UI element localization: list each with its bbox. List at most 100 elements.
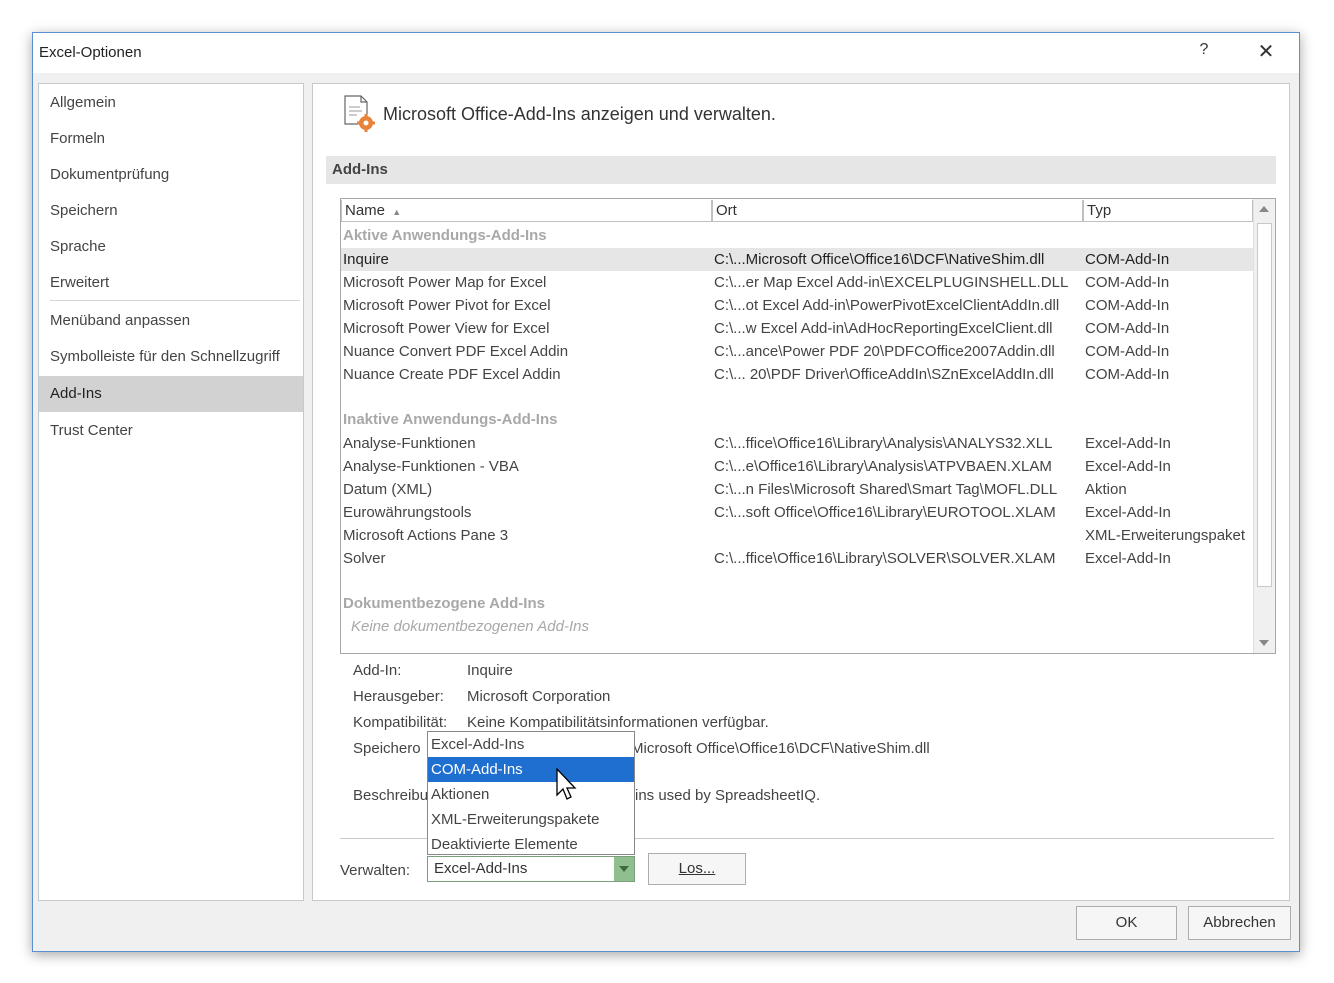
table-row[interactable]: Nuance Create PDF Excel Addin C:\... 20\… — [341, 363, 1253, 386]
nav-item-formeln[interactable]: Formeln — [39, 121, 303, 157]
cell-name: Eurowährungstools — [343, 504, 472, 521]
cell-name: Datum (XML) — [343, 481, 433, 498]
cell-name: Microsoft Power Map for Excel — [343, 274, 547, 291]
cell-name: Analyse-Funktionen - VBA — [343, 458, 519, 475]
detail-value-addin: Inquire — [467, 662, 513, 679]
cancel-button[interactable]: Abbrechen — [1188, 906, 1291, 940]
group-header-document: Dokumentbezogene Add-Ins — [343, 595, 545, 612]
cell-location: C:\...ffice\Office16\Library\Analysis\AN… — [714, 435, 1053, 452]
section-title: Add-Ins — [332, 161, 388, 178]
cell-type: XML-Erweiterungspaket — [1085, 527, 1246, 544]
cell-type: Excel-Add-In — [1085, 458, 1171, 475]
cell-name: Microsoft Power Pivot for Excel — [343, 297, 551, 314]
nav-divider — [50, 300, 300, 301]
scroll-up-icon[interactable] — [1259, 206, 1269, 212]
cell-location: C:\...ot Excel Add-in\PowerPivotExcelCli… — [714, 297, 1060, 314]
excel-options-dialog: Excel-Optionen ? ✕ Allgemein Formeln Dok… — [32, 32, 1300, 952]
cell-name: Microsoft Power View for Excel — [343, 320, 550, 337]
scroll-down-icon[interactable] — [1259, 640, 1269, 646]
window-title: Excel-Optionen — [39, 44, 142, 61]
dropdown-option-disabled-items[interactable]: Deaktivierte Elemente — [428, 832, 634, 857]
detail-label-publisher: Herausgeber: — [353, 688, 444, 705]
group-header-inactive: Inaktive Anwendungs-Add-Ins — [343, 411, 558, 428]
mouse-pointer-icon — [556, 768, 577, 800]
manage-select-value: Excel-Add-Ins — [434, 860, 528, 877]
panel-header: Microsoft Office-Add-Ins anzeigen und ve… — [383, 104, 776, 124]
nav-item-trust-center[interactable]: Trust Center — [39, 413, 303, 449]
table-row[interactable]: Inquire C:\...Microsoft Office\Office16\… — [341, 248, 1253, 271]
table-row[interactable]: Nuance Convert PDF Excel Addin C:\...anc… — [341, 340, 1253, 363]
nav-item-allgemein[interactable]: Allgemein — [39, 85, 303, 121]
cell-name: Nuance Create PDF Excel Addin — [343, 366, 561, 383]
cell-location: C:\...ance\Power PDF 20\PDFCOffice2007Ad… — [714, 343, 1055, 360]
cell-location: C:\...w Excel Add-in\AdHocReportingExcel… — [714, 320, 1053, 337]
column-header-ort[interactable]: Ort — [712, 200, 1083, 222]
addins-list[interactable]: Name ▲ Ort Typ Aktive Anwendungs-Add-Ins… — [340, 198, 1276, 654]
dropdown-option-xml-packages[interactable]: XML-Erweiterungspakete — [428, 807, 634, 832]
cell-location: C:\...er Map Excel Add-in\EXCELPLUGINSHE… — [714, 274, 1069, 291]
nav-item-speichern[interactable]: Speichern — [39, 193, 303, 229]
cell-type: Excel-Add-In — [1085, 435, 1171, 452]
title-bar: Excel-Optionen ? ✕ — [33, 33, 1299, 73]
ok-button[interactable]: OK — [1076, 906, 1177, 940]
detail-label-compat: Kompatibilität: — [353, 714, 448, 731]
close-button[interactable]: ✕ — [1253, 39, 1279, 65]
table-row[interactable]: Analyse-Funktionen C:\...ffice\Office16\… — [341, 432, 1253, 455]
table-row[interactable]: Solver C:\...ffice\Office16\Library\SOLV… — [341, 547, 1253, 570]
cell-location: C:\...n Files\Microsoft Shared\Smart Tag… — [714, 481, 1058, 498]
manage-select[interactable]: Excel-Add-Ins — [427, 856, 635, 882]
dropdown-option-excel-addins[interactable]: Excel-Add-Ins — [428, 732, 634, 757]
cell-type: COM-Add-In — [1085, 343, 1170, 360]
nav-item-schnellzugriff[interactable]: Symbolleiste für den Schnellzugriff — [39, 339, 303, 375]
addins-gear-icon — [344, 95, 375, 132]
cell-location: C:\...e\Office16\Library\Analysis\ATPVBA… — [714, 458, 1052, 475]
chevron-down-icon[interactable] — [614, 857, 634, 881]
nav-item-sprache[interactable]: Sprache — [39, 229, 303, 265]
cell-type: COM-Add-In — [1085, 320, 1170, 337]
cell-type: COM-Add-In — [1085, 297, 1170, 314]
nav-item-erweitert[interactable]: Erweitert — [39, 265, 303, 301]
column-header-typ[interactable]: Typ — [1083, 200, 1253, 222]
empty-document-addins: Keine dokumentbezogenen Add-Ins — [351, 618, 589, 635]
detail-label-description: Beschreibu — [353, 787, 429, 804]
vertical-scrollbar[interactable] — [1253, 199, 1275, 653]
detail-value-location: Microsoft Office\Office16\DCF\NativeShim… — [631, 740, 930, 757]
nav-item-dokumentpruefung[interactable]: Dokumentprüfung — [39, 157, 303, 193]
detail-value-description: ins used by SpreadsheetIQ. — [635, 787, 821, 804]
nav-item-menueband[interactable]: Menüband anpassen — [39, 303, 303, 339]
cell-location: C:\...ffice\Office16\Library\SOLVER\SOLV… — [714, 550, 1056, 567]
table-row[interactable]: Microsoft Power View for Excel C:\...w E… — [341, 317, 1253, 340]
scrollbar-thumb[interactable] — [1257, 223, 1272, 587]
sort-ascending-icon: ▲ — [392, 207, 402, 217]
table-row[interactable]: Microsoft Power Map for Excel C:\...er M… — [341, 271, 1253, 294]
detail-label-location: Speichero — [353, 740, 421, 757]
cell-type: Excel-Add-In — [1085, 550, 1171, 567]
column-header-name-label: Name — [345, 202, 386, 219]
cell-type: COM-Add-In — [1085, 274, 1170, 291]
column-header-name[interactable]: Name ▲ — [341, 200, 712, 222]
dropdown-option-com-addins[interactable]: COM-Add-Ins — [428, 757, 634, 782]
detail-value-compat: Keine Kompatibilitätsinformationen verfü… — [467, 714, 769, 731]
table-row[interactable]: Microsoft Actions Pane 3 XML-Erweiterung… — [341, 524, 1253, 547]
detail-value-publisher: Microsoft Corporation — [467, 688, 611, 705]
section-header-bar: Add-Ins — [326, 156, 1276, 184]
nav-item-add-ins[interactable]: Add-Ins — [39, 376, 303, 412]
table-row[interactable]: Eurowährungstools C:\...soft Office\Offi… — [341, 501, 1253, 524]
detail-label-addin: Add-In: — [353, 662, 402, 679]
cell-name: Inquire — [343, 251, 389, 268]
cell-type: COM-Add-In — [1085, 251, 1170, 268]
table-row[interactable]: Microsoft Power Pivot for Excel C:\...ot… — [341, 294, 1253, 317]
table-row[interactable]: Datum (XML) C:\...n Files\Microsoft Shar… — [341, 478, 1253, 501]
cell-type: Excel-Add-In — [1085, 504, 1171, 521]
manage-dropdown-list[interactable]: Excel-Add-Ins COM-Add-Ins Aktionen XML-E… — [427, 731, 635, 855]
go-button[interactable]: Los... — [648, 853, 746, 885]
table-row[interactable]: Analyse-Funktionen - VBA C:\...e\Office1… — [341, 455, 1253, 478]
addins-panel: Microsoft Office-Add-Ins anzeigen und ve… — [312, 83, 1290, 901]
options-nav: Allgemein Formeln Dokumentprüfung Speich… — [38, 83, 304, 901]
help-button[interactable]: ? — [1193, 41, 1215, 65]
cell-type: COM-Add-In — [1085, 366, 1170, 383]
group-header-active: Aktive Anwendungs-Add-Ins — [343, 227, 547, 244]
dropdown-option-aktionen[interactable]: Aktionen — [428, 782, 634, 807]
manage-label: Verwalten: — [340, 862, 411, 879]
cell-location: C:\... 20\PDF Driver\OfficeAddIn\SZnExce… — [714, 366, 1054, 383]
